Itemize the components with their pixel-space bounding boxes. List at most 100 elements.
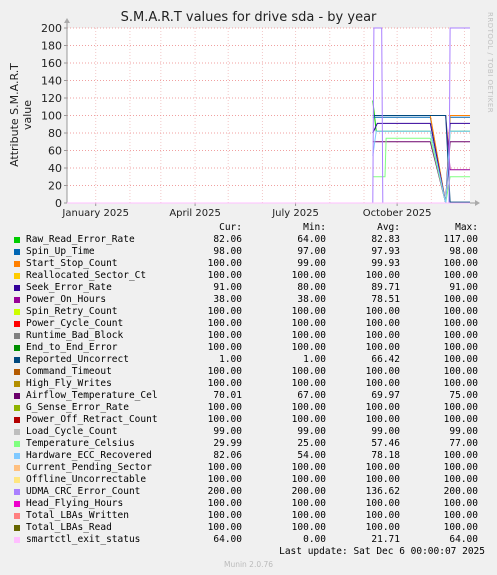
legend-cur: 100.00	[207, 306, 242, 317]
legend-cur: 100.00	[207, 258, 242, 269]
y-axis-arrow	[64, 18, 70, 23]
legend-series-name: smartctl_exit_status	[26, 534, 141, 545]
legend-cur: 91.00	[213, 282, 242, 293]
legend-max: 64.00	[449, 534, 478, 545]
legend-row: Power_On_Hours 38.00 38.00 78.51 100.00	[12, 294, 492, 306]
legend-series-name: Reported_Uncorrect	[26, 354, 129, 365]
legend-row: Power_Cycle_Count 100.00 100.00 100.00 100.0…	[12, 318, 492, 330]
y-tick-label: 200	[41, 22, 62, 35]
legend-swatch	[14, 501, 20, 507]
legend-avg: 100.00	[365, 366, 400, 377]
legend-swatch	[14, 261, 20, 267]
legend-series-name: Load_Cycle_Count	[26, 426, 118, 437]
legend-series-name: Power_Cycle_Count	[26, 318, 124, 329]
legend-swatch	[14, 465, 20, 471]
legend-series-name: Head_Flying_Hours	[26, 498, 124, 509]
legend-swatch	[14, 237, 20, 243]
legend-avg: 78.51	[371, 294, 400, 305]
legend-min: 97.00	[297, 246, 326, 257]
legend-cur: 100.00	[207, 330, 242, 341]
legend-avg: 66.42	[371, 354, 400, 365]
legend-min: 100.00	[291, 510, 326, 521]
legend-min: 100.00	[291, 474, 326, 485]
legend-swatch	[14, 453, 20, 459]
legend-swatch	[14, 249, 20, 255]
legend-series-name: Airflow_Temperature_Cel	[26, 390, 158, 401]
legend-series-name: High_Fly_Writes	[26, 378, 112, 389]
legend-series-name: Hardware_ECC_Recovered	[26, 450, 152, 461]
last-update: Last update: Sat Dec 6 00:00:07 2025	[279, 546, 485, 557]
legend-cur: 100.00	[207, 402, 242, 413]
legend-series-name: Raw_Read_Error_Rate	[26, 234, 135, 245]
legend-max: 100.00	[443, 366, 478, 377]
legend-avg: 100.00	[365, 330, 400, 341]
legend-max: 117.00	[443, 234, 478, 245]
legend-avg: 100.00	[365, 270, 400, 281]
legend-avg: 99.93	[371, 258, 400, 269]
legend-min: 99.00	[297, 258, 326, 269]
legend-avg: 100.00	[365, 402, 400, 413]
legend-avg: 100.00	[365, 342, 400, 353]
legend-cur: 100.00	[207, 366, 242, 377]
legend-row: High_Fly_Writes 100.00 100.00 100.00 100.00	[12, 378, 492, 390]
y-tick-label: 160	[41, 57, 62, 70]
legend-max: 100.00	[443, 522, 478, 533]
legend-min: 1.00	[303, 354, 326, 365]
legend-swatch	[14, 429, 20, 435]
legend-swatch	[14, 285, 20, 291]
legend-row: UDMA_CRC_Error_Count 200.00 200.00 136.62 20…	[12, 486, 492, 498]
legend-cur: 100.00	[207, 498, 242, 509]
legend-min: 200.00	[291, 486, 326, 497]
x-tick-label: October 2025	[363, 208, 432, 219]
legend-max: 100.00	[443, 450, 478, 461]
legend-swatch	[14, 345, 20, 351]
legend-avg: 97.93	[371, 246, 400, 257]
legend-avg: 100.00	[365, 414, 400, 425]
legend-swatch	[14, 357, 20, 363]
legend-swatch	[14, 537, 20, 543]
legend-row: Reported_Uncorrect 1.00 1.00 66.42 100.00	[12, 354, 492, 366]
legend-max: 200.00	[443, 486, 478, 497]
legend-row: Runtime_Bad_Block 100.00 100.00 100.00 100.0…	[12, 330, 492, 342]
legend-series-name: Seek_Error_Rate	[26, 282, 112, 293]
legend-min: 100.00	[291, 366, 326, 377]
legend-row: Command_Timeout 100.00 100.00 100.00 100.00	[12, 366, 492, 378]
legend-series-name: Spin_Up_Time	[26, 246, 95, 257]
y-tick-label: 0	[55, 197, 62, 210]
legend-cur: 64.00	[213, 534, 242, 545]
legend-swatch	[14, 441, 20, 447]
legend-min: 100.00	[291, 378, 326, 389]
legend-avg: 100.00	[365, 462, 400, 473]
legend-avg: 100.00	[365, 474, 400, 485]
legend-avg: 99.00	[371, 426, 400, 437]
legend-avg: 100.00	[365, 510, 400, 521]
legend-min: 99.00	[297, 426, 326, 437]
legend-series-name: Power_On_Hours	[26, 294, 107, 305]
legend-max: 100.00	[443, 318, 478, 329]
legend-series-name: UDMA_CRC_Error_Count	[26, 486, 141, 497]
legend-min: 38.00	[297, 294, 326, 305]
legend-max: 100.00	[443, 414, 478, 425]
legend-swatch	[14, 489, 20, 495]
legend-row: Spin_Up_Time 98.00 97.00 97.93 98.00	[12, 246, 492, 258]
legend-series-name: End_to_End_Error	[26, 342, 118, 353]
legend-row: Hardware_ECC_Recovered 82.06 54.00 78.18 100…	[12, 450, 492, 462]
legend-cur: 100.00	[207, 462, 242, 473]
legend-avg: 82.83	[371, 234, 400, 245]
legend-min: 100.00	[291, 414, 326, 425]
legend-row: Spin_Retry_Count 100.00 100.00 100.00 100.00	[12, 306, 492, 318]
legend-max: 91.00	[449, 282, 478, 293]
y-tick-label: 180	[41, 40, 62, 53]
legend-max: 100.00	[443, 402, 478, 413]
legend-avg: 89.71	[371, 282, 400, 293]
legend-swatch	[14, 477, 20, 483]
legend-avg: 100.00	[365, 498, 400, 509]
legend-max: 98.00	[449, 246, 478, 257]
legend-min: 100.00	[291, 498, 326, 509]
legend-max: 100.00	[443, 306, 478, 317]
legend-min: 67.00	[297, 390, 326, 401]
legend-avg: 69.97	[371, 390, 400, 401]
legend-max: 75.00	[449, 390, 478, 401]
header-min: Min:	[303, 222, 326, 233]
legend-swatch	[14, 297, 20, 303]
